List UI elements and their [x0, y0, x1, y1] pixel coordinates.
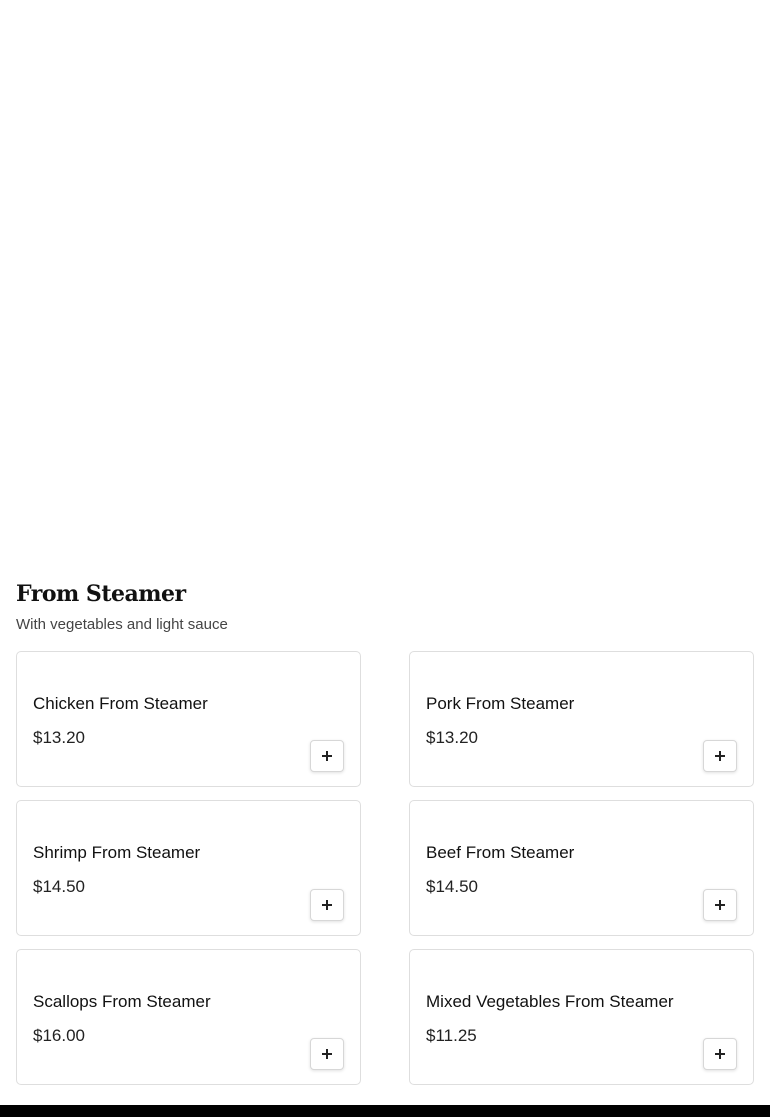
menu-item-name: Scallops From Steamer	[33, 992, 211, 1011]
menu-item-name: Mixed Vegetables From Steamer	[426, 992, 674, 1011]
menu-item-grid: Chicken From Steamer $13.20 Pork From St…	[16, 651, 754, 1085]
menu-item-price: $14.50	[426, 877, 478, 896]
add-item-button[interactable]	[310, 740, 344, 772]
menu-item-card[interactable]: Pork From Steamer $13.20	[409, 651, 754, 787]
menu-item-name: Shrimp From Steamer	[33, 843, 201, 862]
menu-item-card[interactable]: Mixed Vegetables From Steamer $11.25	[409, 949, 754, 1085]
add-item-button[interactable]	[310, 1038, 344, 1070]
menu-item-card[interactable]: Shrimp From Steamer $14.50	[16, 800, 361, 936]
section-subtitle: With vegetables and light sauce	[16, 616, 228, 633]
menu-item-name: Beef From Steamer	[426, 843, 575, 862]
section-title: From Steamer	[16, 581, 186, 607]
add-item-button[interactable]	[703, 889, 737, 921]
plus-icon	[322, 751, 332, 761]
menu-item-name: Chicken From Steamer	[33, 694, 208, 713]
menu-item-card[interactable]: Chicken From Steamer $13.20	[16, 651, 361, 787]
menu-item-price: $16.00	[33, 1026, 85, 1045]
plus-icon	[715, 751, 725, 761]
plus-icon	[322, 900, 332, 910]
menu-item-price: $14.50	[33, 877, 85, 896]
add-item-button[interactable]	[703, 740, 737, 772]
plus-icon	[322, 1049, 332, 1059]
menu-item-name: Pork From Steamer	[426, 694, 575, 713]
menu-item-price: $11.25	[426, 1026, 477, 1045]
menu-item-price: $13.20	[426, 728, 478, 747]
footer-bar	[0, 1105, 770, 1117]
plus-icon	[715, 1049, 725, 1059]
menu-item-card[interactable]: Beef From Steamer $14.50	[409, 800, 754, 936]
add-item-button[interactable]	[703, 1038, 737, 1070]
menu-item-card[interactable]: Scallops From Steamer $16.00	[16, 949, 361, 1085]
blank-hero-area	[0, 0, 770, 570]
add-item-button[interactable]	[310, 889, 344, 921]
menu-section-from-steamer: From Steamer With vegetables and light s…	[16, 578, 754, 1085]
menu-item-price: $13.20	[33, 728, 85, 747]
plus-icon	[715, 900, 725, 910]
